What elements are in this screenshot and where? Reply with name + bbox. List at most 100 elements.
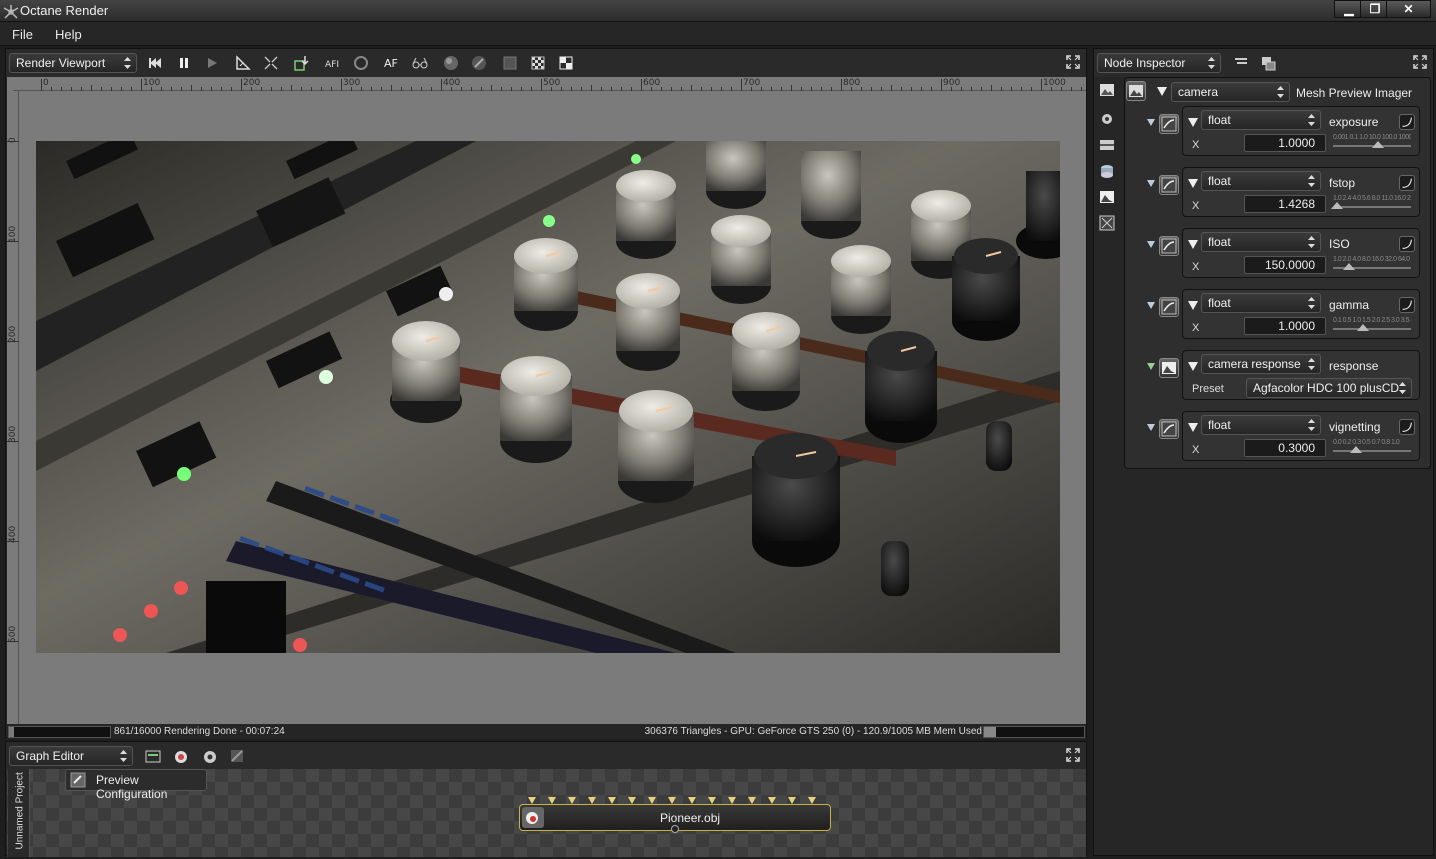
camera-icon[interactable] [1099, 110, 1115, 126]
stereo-glasses-icon[interactable] [411, 54, 429, 72]
param-slider[interactable]: 0.1 0.5 1.0 1.5 2.0 2.5 3.0 3.5 4.0 [1333, 317, 1411, 336]
preview-configuration-node[interactable]: Preview Configuration [65, 769, 207, 801]
root-node-button[interactable] [1126, 81, 1146, 101]
param-value-input[interactable]: 0.3000 [1244, 439, 1326, 457]
curve-icon[interactable] [1399, 236, 1415, 252]
background-toggle-icon[interactable] [557, 54, 575, 72]
param-slider[interactable]: 0.001 0.1 1.0 10.0 100.0 1000 [1333, 134, 1411, 153]
ruler-minor-tick [191, 85, 192, 91]
slider-thumb[interactable] [1372, 141, 1385, 148]
node-input-pins[interactable] [528, 797, 828, 807]
delete-node-icon[interactable] [228, 747, 246, 765]
fit-view-icon[interactable] [262, 54, 280, 72]
play-icon[interactable] [203, 54, 221, 72]
param-type-select[interactable]: float [1201, 415, 1321, 435]
param-collapse-toggle[interactable] [1188, 118, 1198, 127]
alpha-channel-icon[interactable] [529, 54, 547, 72]
render-canvas-area[interactable]: 0 100 200 300 400 500 600 700 800 900 1000 0 100 200… [7, 77, 1086, 724]
param-node-button[interactable] [1159, 175, 1179, 195]
param-type-select[interactable]: float [1201, 171, 1321, 191]
param-fold-toggle[interactable] [1147, 180, 1155, 187]
node-output-pin[interactable] [671, 825, 679, 833]
add-node-icon[interactable] [144, 747, 162, 765]
mesh-node-icon[interactable] [172, 747, 190, 765]
slider-thumb[interactable] [1356, 324, 1369, 331]
material-picker-icon[interactable] [470, 54, 488, 72]
project-side-tab[interactable]: Unnamed Project [8, 769, 30, 857]
param-fold-toggle[interactable] [1147, 302, 1155, 309]
param-slider[interactable]: 1.0 2.0 4.0 8.0 16.0 32.0 64.0 128.0 200… [1333, 256, 1411, 275]
inspector-selector[interactable]: Node Inspector [1097, 53, 1221, 73]
auto-focus-picker-icon[interactable]: AFI [324, 54, 342, 72]
param-value-input[interactable]: 1.4268 [1244, 195, 1326, 213]
region-render-icon[interactable] [501, 54, 519, 72]
mesh-node[interactable]: Pioneer.obj [519, 797, 831, 833]
layers-icon[interactable] [1099, 137, 1115, 153]
maximize-icon[interactable] [1066, 748, 1080, 762]
camera-node-icon[interactable] [201, 747, 219, 765]
param-collapse-toggle[interactable] [1188, 301, 1198, 310]
param-type-select[interactable]: float [1201, 110, 1321, 130]
collapse-all-icon[interactable] [1232, 54, 1250, 72]
slider-thumb[interactable] [1350, 446, 1363, 453]
graph-editor-selector[interactable]: Graph Editor [9, 746, 133, 766]
param-exposure: float exposure X 1.0000 0.001 0.1 1.0 10… [1147, 106, 1420, 156]
root-node-label: Mesh Preview Imager [1296, 86, 1413, 100]
autofocus-icon[interactable]: AF [383, 54, 401, 72]
ruler-minor-tick [821, 87, 822, 91]
reset-camera-icon[interactable] [352, 54, 370, 72]
menu-help[interactable]: Help [55, 27, 82, 42]
material-ball-icon[interactable] [442, 54, 460, 72]
imager-icon[interactable] [1099, 82, 1115, 98]
param-type-select[interactable]: float [1201, 293, 1321, 313]
param-node-button[interactable] [1159, 114, 1179, 134]
ruler-minor-tick [871, 87, 872, 91]
param-collapse-toggle[interactable] [1188, 423, 1198, 432]
response-fold-toggle[interactable] [1147, 363, 1155, 370]
response-type-select[interactable]: camera response [1201, 354, 1321, 374]
param-node-button[interactable] [1159, 419, 1179, 439]
param-fold-toggle[interactable] [1147, 424, 1155, 431]
menu-file[interactable]: File [12, 27, 33, 42]
maximize-icon[interactable] [1066, 55, 1080, 69]
restart-render-icon[interactable] [146, 54, 164, 72]
param-fold-toggle[interactable] [1147, 241, 1155, 248]
image-icon[interactable] [1099, 189, 1115, 205]
environment-icon[interactable] [1099, 163, 1115, 179]
close-button[interactable]: ✕ [1386, 0, 1431, 18]
preset-select[interactable]: Agfacolor HDC 100 plusCD [1246, 378, 1412, 398]
node-graph-canvas[interactable]: Unnamed Project Preview Configuration Pi… [7, 769, 1086, 857]
curve-icon[interactable] [1399, 297, 1415, 313]
camera-type-select[interactable]: camera [1171, 82, 1290, 102]
curve-icon[interactable] [1399, 175, 1415, 191]
save-render-icon[interactable] [293, 54, 311, 72]
ruler-minor-tick [61, 87, 62, 91]
param-value-input[interactable]: 1.0000 [1244, 317, 1326, 335]
curve-icon[interactable] [1399, 114, 1415, 130]
pause-icon[interactable] [175, 54, 193, 72]
param-slider[interactable]: 0.0 0.2 0.3 0.5 0.7 0.8 1.0 [1333, 439, 1411, 458]
kernel-icon[interactable] [1099, 215, 1115, 231]
param-collapse-toggle[interactable] [1188, 240, 1198, 249]
param-fold-toggle[interactable] [1147, 119, 1155, 126]
response-collapse-toggle[interactable] [1188, 362, 1198, 371]
slider-thumb[interactable] [1330, 202, 1343, 209]
param-type-select[interactable]: float [1201, 232, 1321, 252]
param-node-button[interactable] [1159, 236, 1179, 256]
root-collapse-toggle[interactable] [1157, 87, 1167, 96]
param-slider[interactable]: 1.0 2.4 4.0 5.6 8.0 11.0 16.0 22.0 [1330, 195, 1411, 214]
response-node-button[interactable] [1159, 358, 1179, 378]
param-fstop: float fstop X 1.4268 1.0 2.4 4.0 5.6 8.0… [1147, 167, 1420, 217]
slider-thumb[interactable] [1342, 263, 1355, 270]
camera-lens-icon[interactable] [234, 54, 252, 72]
param-node-button[interactable] [1159, 297, 1179, 317]
maximize-icon[interactable] [1413, 55, 1427, 69]
ruler-minor-tick [511, 87, 512, 91]
expand-all-icon[interactable] [1259, 54, 1277, 72]
viewport-selector[interactable]: Render Viewport [9, 53, 137, 73]
ruler-minor-tick [51, 87, 52, 91]
param-value-input[interactable]: 150.0000 [1244, 256, 1326, 274]
param-value-input[interactable]: 1.0000 [1244, 134, 1326, 152]
curve-icon[interactable] [1399, 419, 1415, 435]
param-collapse-toggle[interactable] [1188, 179, 1198, 188]
